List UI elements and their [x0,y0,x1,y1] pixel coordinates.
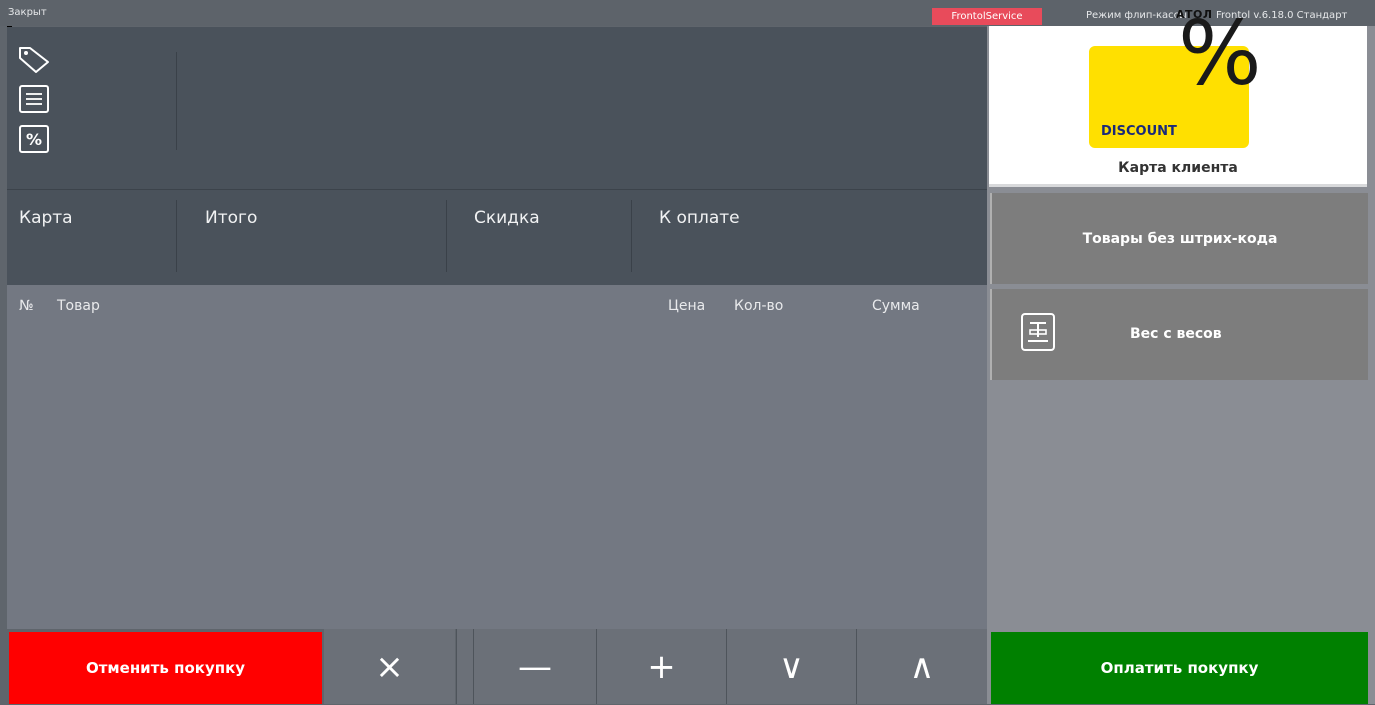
scroll-down-button[interactable]: ∨ [727,629,856,704]
receipt-list-icon[interactable] [16,84,52,114]
totals-to-pay-label: К оплате [659,208,740,228]
totals-card-label: Карта [19,208,73,228]
client-card-label: Карта клиента [1118,160,1238,176]
cancel-purchase-button[interactable]: Отменить покупку [9,632,322,704]
discount-card-text: DISCOUNT [1101,124,1177,139]
receipt-table[interactable] [7,285,987,629]
totals-discount-label: Скидка [474,208,540,228]
column-header-sum: Сумма [872,298,920,314]
column-header-number: № [19,298,34,314]
info-divider [176,52,177,150]
info-panel [7,27,987,189]
scale-icon [1020,312,1056,352]
scroll-up-button[interactable]: ∧ [857,629,987,704]
svg-text:%: % [26,130,42,149]
totals-divider [176,200,177,272]
totals-divider [446,200,447,272]
increase-qty-button[interactable]: + [597,629,726,704]
service-warning: FrontolService недоступен! [932,8,1042,39]
decrease-qty-button[interactable]: — [474,629,596,704]
card-tile-edge [989,184,1367,187]
toolbar-spacer [457,629,473,704]
column-header-price: Цена [668,298,706,314]
status-bar: Закрыт FrontolService недоступен! Режим … [0,0,1375,39]
totals-divider [631,200,632,272]
weight-from-scale-label: Вес с весов [1130,326,1222,342]
items-without-barcode-button[interactable]: Товары без штрих-кода [990,193,1368,284]
price-tag-icon[interactable] [16,44,52,74]
totals-total-label: Итого [205,208,258,228]
pay-purchase-button[interactable]: Оплатить покупку [991,632,1368,704]
discount-percent-glyph: % [1178,2,1262,105]
column-header-qty: Кол-во [734,298,784,314]
shift-state: Закрыт [8,7,47,18]
delete-item-button[interactable]: × [324,629,455,704]
column-header-item: Товар [57,298,100,314]
percent-icon[interactable]: % [16,124,52,154]
totals-panel [7,190,987,285]
